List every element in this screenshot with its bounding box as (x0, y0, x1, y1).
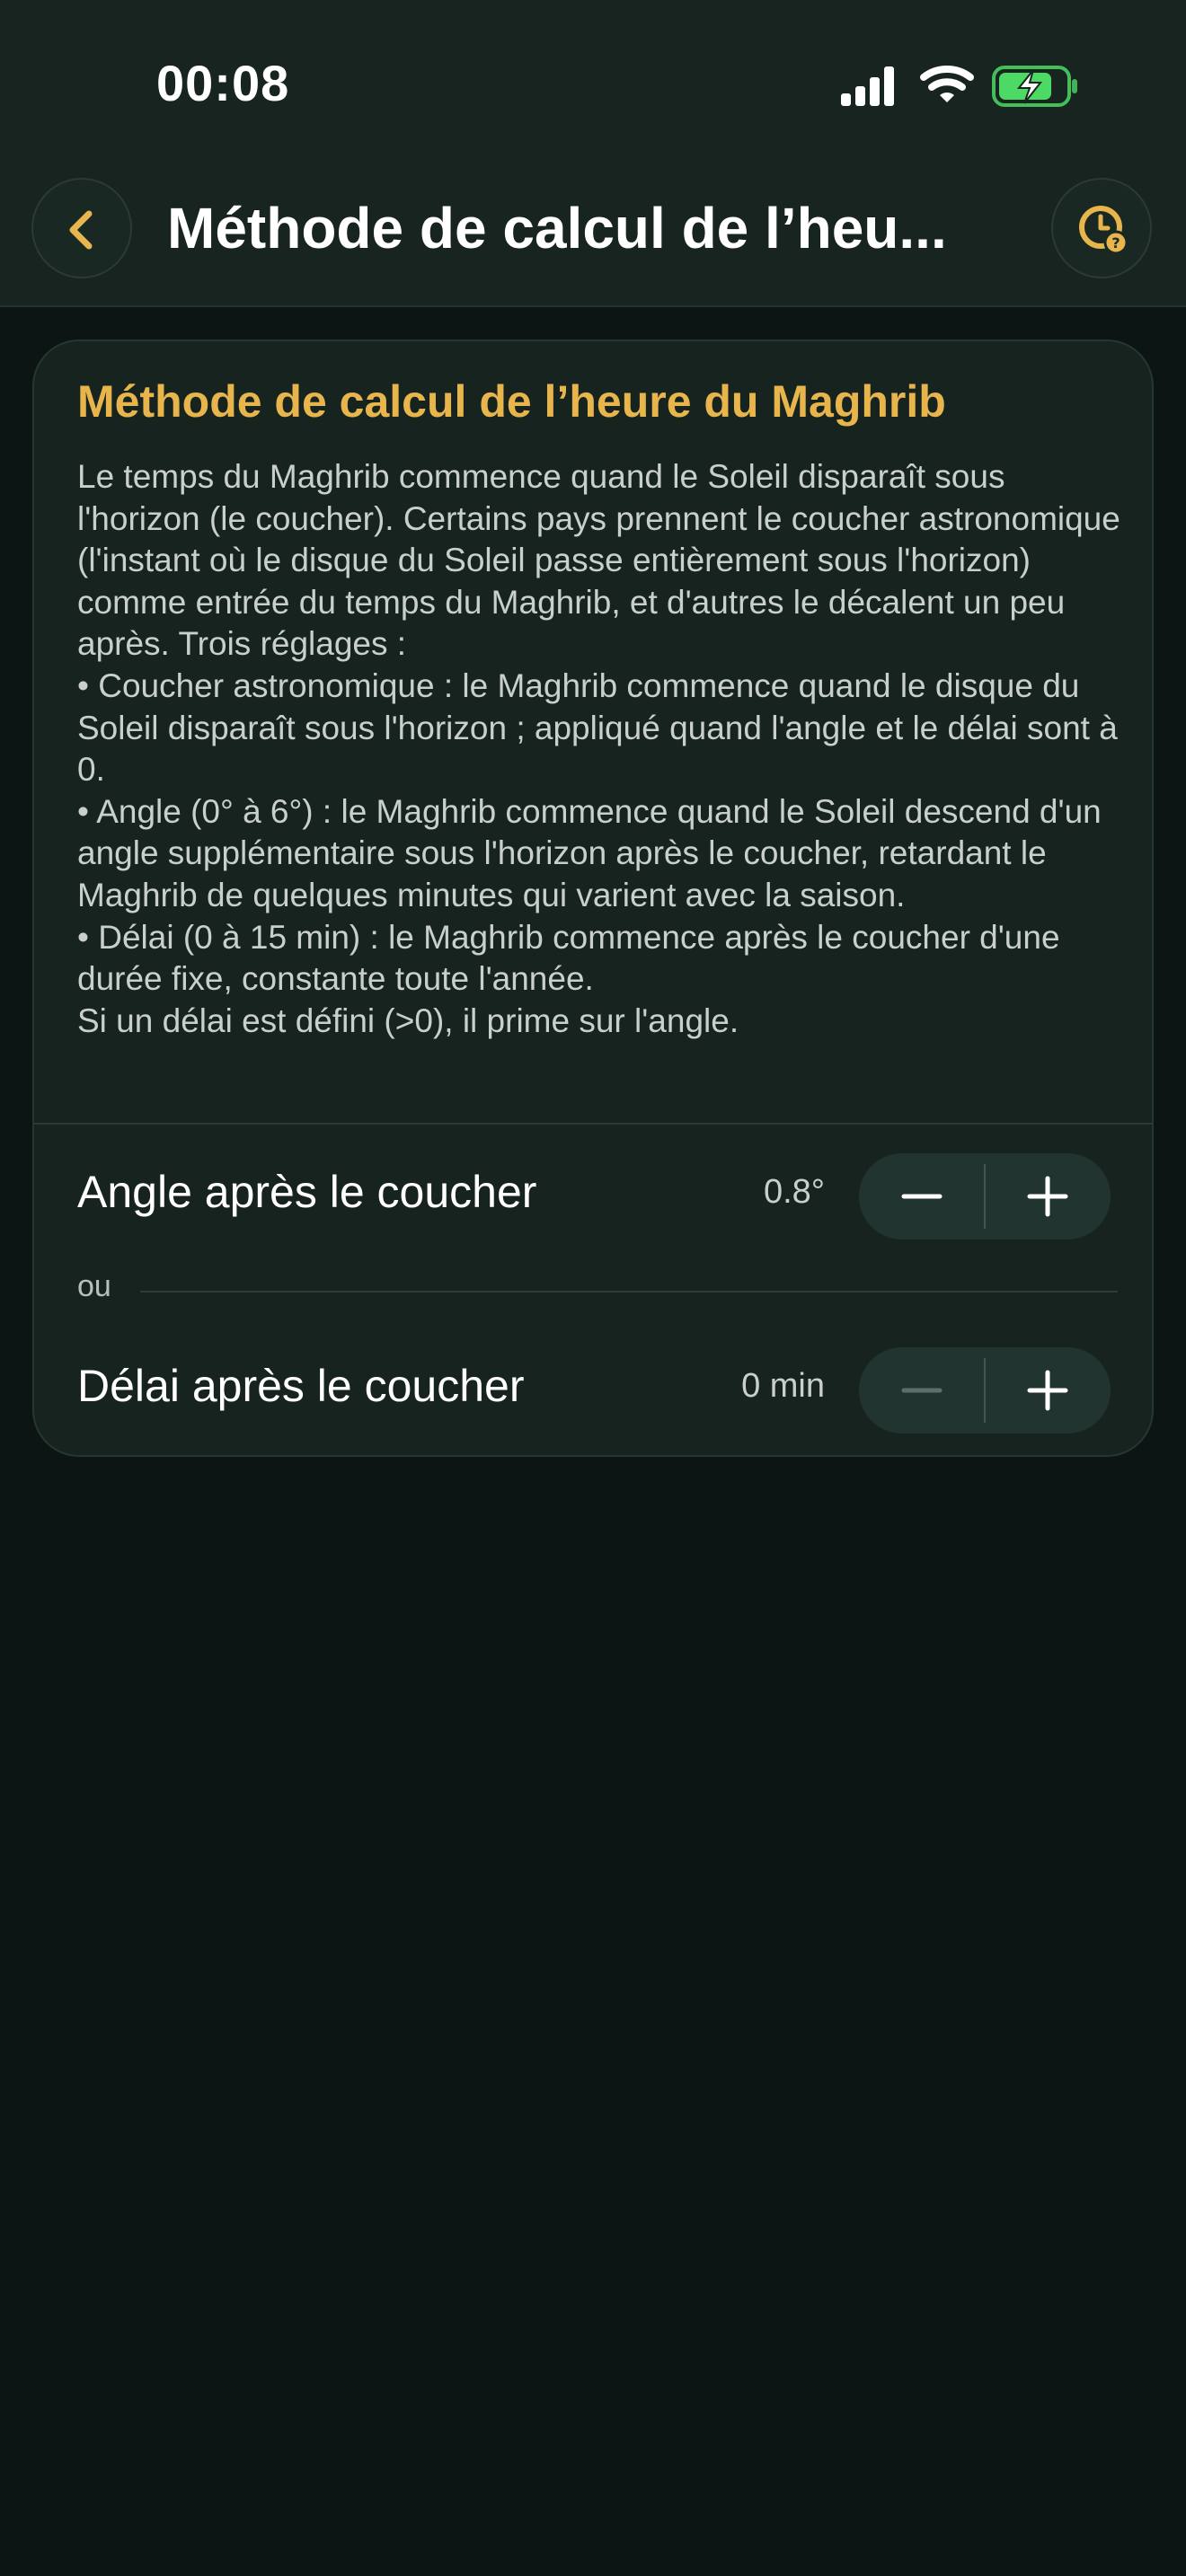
battery-charging-icon (992, 66, 1077, 107)
divider (34, 1123, 1152, 1125)
status-icons (841, 66, 1077, 107)
clock-question-icon: ? (1079, 206, 1128, 255)
back-button[interactable] (31, 178, 132, 278)
angle-decrement-button[interactable] (859, 1153, 985, 1239)
maghrib-method-card: Méthode de calcul de l’heure du Maghrib … (32, 340, 1154, 1457)
plus-icon (1027, 1370, 1068, 1411)
delay-label: Délai après le coucher (77, 1361, 525, 1411)
header-area: 00:08 Méthode de calcul de l’heu... ? (0, 0, 1186, 307)
status-time: 00:08 (156, 55, 290, 111)
svg-text:?: ? (1111, 234, 1120, 251)
plus-icon (1027, 1176, 1068, 1217)
status-bar: 00:08 (0, 0, 1186, 171)
delay-decrement-button[interactable] (859, 1347, 985, 1434)
angle-increment-button[interactable] (985, 1153, 1111, 1239)
angle-value: 0.8° (763, 1173, 825, 1211)
delay-stepper (859, 1347, 1111, 1434)
angle-stepper (859, 1153, 1111, 1239)
delay-increment-button[interactable] (985, 1347, 1111, 1434)
wifi-icon (920, 66, 974, 102)
minus-icon (901, 1194, 943, 1199)
minus-icon (901, 1388, 943, 1393)
delay-value: 0 min (741, 1367, 825, 1405)
card-title: Méthode de calcul de l’heure du Maghrib (77, 376, 946, 427)
help-button[interactable]: ? (1051, 178, 1152, 278)
signal-icon (841, 66, 894, 106)
or-separator-line (140, 1291, 1118, 1292)
chevron-left-icon (69, 210, 93, 250)
card-description: Le temps du Maghrib commence quand le So… (77, 458, 1120, 1039)
page-title: Méthode de calcul de l’heu... (167, 196, 947, 260)
angle-label: Angle après le coucher (77, 1167, 537, 1217)
or-separator-label: ou (77, 1269, 111, 1303)
